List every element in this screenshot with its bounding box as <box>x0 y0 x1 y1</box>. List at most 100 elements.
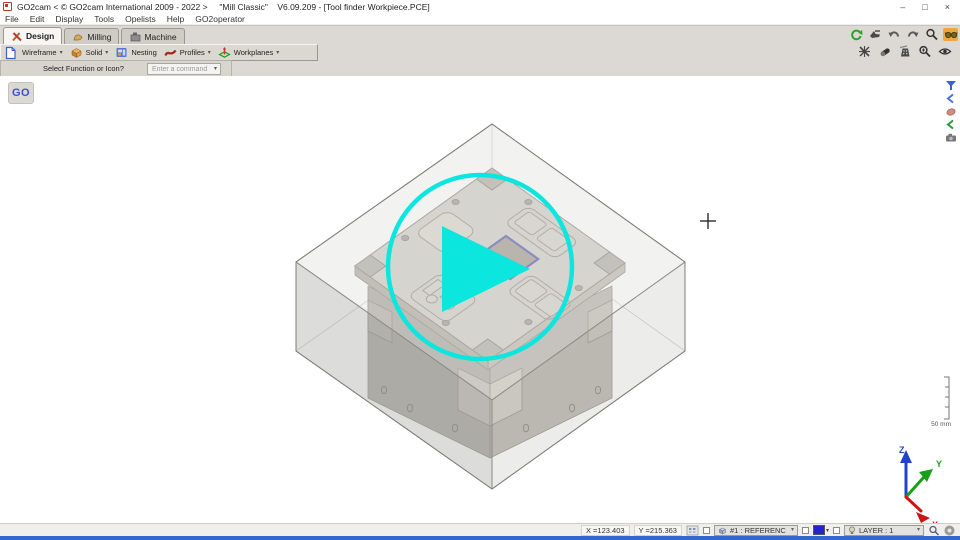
crosshair-cursor <box>700 213 716 229</box>
menu-tools[interactable]: Tools <box>94 14 114 24</box>
design-tools-icon <box>11 31 23 42</box>
tab-design-label: Design <box>26 31 54 41</box>
help-button[interactable] <box>944 525 955 536</box>
status-bar: X =123.403 Y =215.363 #1 : REFERENCE ▾ ▾… <box>0 523 960 536</box>
layer-checkbox[interactable] <box>833 527 840 534</box>
solid-cube-icon <box>70 46 83 59</box>
color-checkbox[interactable] <box>802 527 809 534</box>
filter-button[interactable] <box>944 80 958 91</box>
milling-icon <box>72 31 84 42</box>
magnifier-icon <box>925 28 939 41</box>
menu-edit[interactable]: Edit <box>30 14 45 24</box>
zoom-detail-button[interactable] <box>917 45 932 58</box>
app-icon <box>3 2 12 11</box>
regenerate-button[interactable] <box>848 28 863 41</box>
redo-button[interactable] <box>905 28 920 41</box>
y-coordinate: Y =215.363 <box>634 525 682 536</box>
pick-button[interactable] <box>867 28 882 41</box>
document-icon <box>4 46 17 60</box>
chevron-down-icon: ▾ <box>825 527 829 534</box>
filter-icon <box>945 80 957 91</box>
menu-go2operator[interactable]: GO2operator <box>195 14 245 24</box>
grid-icon <box>686 525 699 536</box>
window-controls: – □ × <box>900 2 960 12</box>
lamp-icon <box>848 526 856 535</box>
magnifier-icon <box>928 525 940 536</box>
side-toolbar <box>944 80 958 143</box>
tool-solid[interactable]: Solid ▾ <box>68 46 111 59</box>
eraser-button[interactable] <box>877 45 892 58</box>
tab-milling[interactable]: Milling <box>64 28 119 44</box>
eraser-icon <box>878 45 892 58</box>
pointer-hand-icon <box>868 28 882 41</box>
color-swatch <box>813 525 825 535</box>
tool-nesting[interactable]: Nesting <box>113 46 158 59</box>
command-prompt-label: Select Function or Icon? <box>43 64 124 73</box>
tab-design[interactable]: Design <box>3 27 62 44</box>
view-toolbar <box>848 28 958 41</box>
refresh-icon <box>849 28 863 41</box>
go-logo-button[interactable]: GO <box>8 82 34 104</box>
color-picker[interactable]: ▾ <box>813 525 829 535</box>
chevron-down-icon[interactable]: ▾ <box>105 50 108 56</box>
menu-help[interactable]: Help <box>167 14 184 24</box>
collapse-green-button[interactable] <box>944 119 958 130</box>
collapse-blue-button[interactable] <box>944 93 958 104</box>
command-bar: Select Function or Icon? Enter a command… <box>0 60 232 77</box>
redo-icon <box>906 28 920 41</box>
delete-button[interactable] <box>897 45 912 58</box>
tool-wireframe[interactable]: Wireframe ▾ <box>20 48 65 57</box>
chevron-down-icon: ▾ <box>917 527 920 533</box>
menu-file[interactable]: File <box>5 14 19 24</box>
minimize-button[interactable]: – <box>900 2 905 12</box>
chevron-left-icon <box>945 93 957 104</box>
maximize-button[interactable]: □ <box>922 2 927 12</box>
x-coordinate: X =123.403 <box>581 525 630 536</box>
title-bar: GO2cam < © GO2cam International 2009 - 2… <box>0 0 960 13</box>
new-document-button[interactable] <box>4 46 17 60</box>
camera-icon <box>945 132 957 143</box>
undo-button[interactable] <box>886 28 901 41</box>
tool-workplanes[interactable]: Workplanes ▾ <box>216 46 281 59</box>
machine-icon <box>129 31 141 42</box>
axis-z-label: Z <box>899 445 905 455</box>
undo-icon <box>887 28 901 41</box>
reference-value: #1 : REFERENCE <box>730 526 786 535</box>
command-combobox[interactable]: Enter a command ▾ <box>147 63 221 75</box>
view-refresh-button[interactable] <box>937 45 952 58</box>
scale-label: 50 mm <box>931 421 951 428</box>
hand-tool-button[interactable] <box>944 106 958 117</box>
clean-part-button[interactable] <box>857 45 872 58</box>
tab-machine-label: Machine <box>144 32 176 42</box>
chevron-down-icon[interactable]: ▾ <box>60 50 63 56</box>
nesting-icon <box>115 46 128 59</box>
chevron-left-icon <box>945 119 957 130</box>
menu-opelists[interactable]: Opelists <box>125 14 156 24</box>
go-glasses-button[interactable] <box>943 28 958 41</box>
chevron-down-icon[interactable]: ▾ <box>208 50 211 56</box>
tab-machine[interactable]: Machine <box>121 28 184 44</box>
hand-icon <box>945 106 957 117</box>
viewport[interactable]: 50 mm Z Y X GO <box>0 76 960 523</box>
viewport-3d-scene[interactable]: 50 mm Z Y X <box>0 76 960 523</box>
camera-view-button[interactable] <box>944 132 958 143</box>
spark-tool-icon <box>858 45 872 58</box>
grid-button[interactable] <box>686 525 699 536</box>
zoom-button[interactable] <box>924 28 939 41</box>
magnifier-plus-icon <box>918 45 932 58</box>
eye-icon <box>938 45 952 58</box>
menu-display[interactable]: Display <box>55 14 83 24</box>
reference-dropdown[interactable]: #1 : REFERENCE ▾ <box>714 525 798 536</box>
close-button[interactable]: × <box>945 2 950 12</box>
layer-zoom-button[interactable] <box>928 525 940 536</box>
tool-profiles[interactable]: Profiles ▾ <box>162 46 213 59</box>
edit-toolbar <box>857 45 952 58</box>
ribbon: Design Milling Machine <box>0 25 960 76</box>
chevron-down-icon[interactable]: ▾ <box>276 50 279 56</box>
reference-cube-icon <box>718 526 727 535</box>
reference-checkbox[interactable] <box>703 527 710 534</box>
layer-dropdown[interactable]: LAYER : 1 ▾ <box>844 525 924 536</box>
ribbon-tabs: Design Milling Machine <box>3 27 185 44</box>
nesting-label: Nesting <box>131 48 156 57</box>
layer-value: LAYER : 1 <box>859 526 912 535</box>
